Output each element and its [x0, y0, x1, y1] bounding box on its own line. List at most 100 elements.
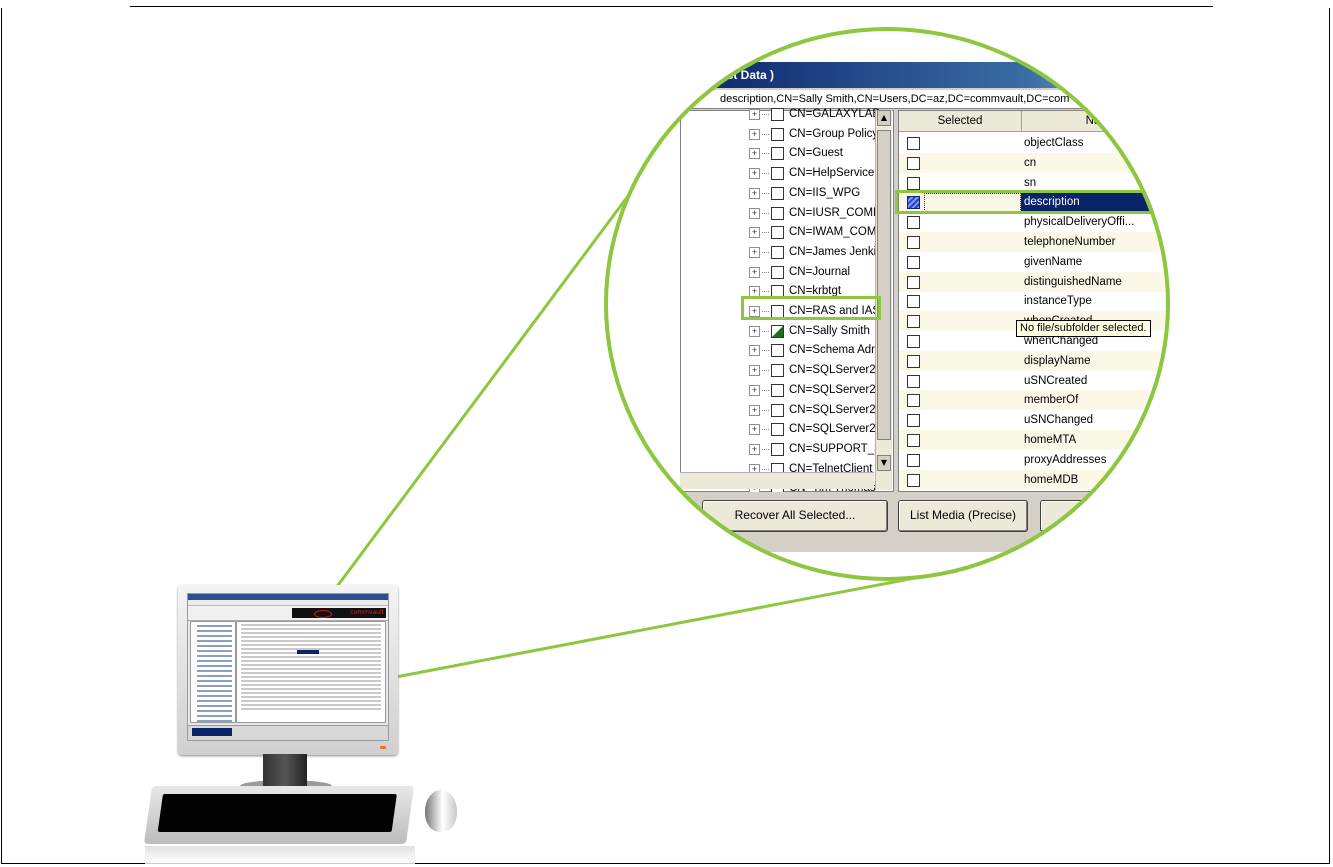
list-row[interactable]: uSNCreated: [899, 371, 1170, 391]
tree-item[interactable]: + CN=SQLServer2: [749, 381, 876, 400]
tree-checkbox[interactable]: [771, 167, 784, 181]
tree-checkbox[interactable]: [771, 226, 784, 240]
expand-icon[interactable]: +: [749, 345, 760, 357]
tree-checkbox[interactable]: [771, 108, 784, 121]
list-row[interactable]: cn: [899, 152, 1170, 173]
tree-scroll-thumb[interactable]: [877, 130, 891, 440]
tree-item[interactable]: + CN=IWAM_COM: [749, 223, 876, 242]
tree-item[interactable]: + CN=HelpService: [749, 164, 874, 183]
list-row[interactable]: uSNChanged: [899, 410, 1170, 430]
expand-icon[interactable]: +: [749, 246, 760, 258]
row-checkbox[interactable]: [907, 137, 920, 150]
tree-item[interactable]: + CN=James Jenki: [749, 243, 876, 262]
new-button[interactable]: New (s: [1040, 500, 1142, 532]
row-checkbox[interactable]: [907, 176, 920, 190]
expand-icon[interactable]: +: [749, 227, 760, 239]
row-checkbox[interactable]: [907, 394, 920, 408]
row-checkbox[interactable]: [907, 374, 920, 388]
tree-checkbox[interactable]: [771, 245, 784, 259]
row-checkbox[interactable]: [907, 255, 920, 269]
tree-item[interactable]: + CN=Journal: [749, 263, 850, 282]
expand-icon[interactable]: +: [749, 148, 760, 160]
row-checkbox[interactable]: [907, 295, 920, 309]
list-row[interactable]: distinguishedName: [899, 271, 1170, 292]
expand-icon[interactable]: +: [749, 384, 760, 396]
expand-icon[interactable]: +: [749, 424, 760, 436]
row-checkbox[interactable]: [907, 335, 920, 348]
scroll-down-icon[interactable]: ▼: [877, 455, 891, 471]
row-checkbox[interactable]: [907, 354, 920, 368]
row-checkbox[interactable]: [907, 414, 920, 428]
tree-connector: [762, 114, 769, 115]
scroll-up-icon[interactable]: ▲: [877, 110, 891, 126]
column-header-name[interactable]: Name: [1022, 111, 1170, 131]
tree-checkbox[interactable]: [771, 127, 784, 141]
list-row[interactable]: telephoneNumber: [899, 232, 1170, 252]
row-checkbox[interactable]: [907, 216, 920, 230]
row-checkbox[interactable]: [907, 275, 920, 289]
tree-item[interactable]: + CN=SQLServer2: [749, 361, 876, 380]
attribute-name: physicalDeliveryOffi...: [1024, 216, 1135, 229]
tree-connector: [762, 251, 769, 253]
tree-checkbox[interactable]: [771, 442, 784, 456]
expand-icon[interactable]: +: [749, 365, 760, 377]
tree-connector: [762, 468, 769, 470]
tree-item[interactable]: + CN=Guest: [749, 144, 843, 163]
list-media-precise-button[interactable]: List Media (Precise): [898, 500, 1028, 532]
tree-checkbox[interactable]: [771, 403, 784, 417]
list-row[interactable]: physicalDeliveryOffi...: [899, 212, 1170, 232]
expand-icon[interactable]: +: [749, 128, 760, 140]
tree-item[interactable]: + CN=IIS_WPG: [749, 184, 860, 203]
expand-icon[interactable]: +: [749, 266, 760, 278]
tree-checkbox[interactable]: [771, 324, 784, 338]
tree-item[interactable]: + CN=IUSR_COMM: [749, 204, 883, 223]
row-checkbox[interactable]: [907, 453, 920, 467]
list-row[interactable]: homeMDB: [899, 469, 1170, 490]
expand-icon[interactable]: +: [749, 168, 760, 180]
tree-checkbox[interactable]: [771, 186, 784, 200]
row-checkbox[interactable]: [907, 434, 920, 447]
tree-item-label: CN=James Jenki: [789, 245, 877, 258]
list-row[interactable]: instanceType: [899, 291, 1170, 311]
tree-checkbox[interactable]: [771, 147, 784, 161]
tree-item[interactable]: + CN=SUPPORT_3: [749, 440, 881, 459]
tree-connector: [762, 192, 769, 194]
tree-item[interactable]: + CN=Schema Adr: [749, 341, 875, 360]
row-checkbox[interactable]: [907, 156, 920, 170]
tree-item[interactable]: + CN=Group Policy: [749, 125, 878, 144]
expand-icon[interactable]: +: [749, 109, 760, 120]
keyboard: [143, 786, 415, 844]
list-row[interactable]: displayName: [899, 350, 1170, 371]
tree-checkbox[interactable]: [771, 206, 784, 220]
expand-icon[interactable]: +: [749, 187, 760, 199]
list-row[interactable]: memberOf: [899, 390, 1170, 411]
list-row[interactable]: objectClass: [899, 133, 1170, 153]
row-checkbox[interactable]: [907, 236, 920, 249]
tree-horizontal-scrollbar[interactable]: [680, 472, 874, 489]
tree-item[interactable]: + CN=Sally Smith: [749, 322, 870, 341]
recover-all-selected-button[interactable]: Recover All Selected...: [702, 500, 888, 532]
expand-icon[interactable]: +: [749, 443, 760, 455]
highlight-description-row: [895, 190, 1170, 214]
list-row[interactable]: proxyAddresses: [899, 450, 1170, 470]
tree-checkbox[interactable]: [771, 364, 784, 378]
attribute-list[interactable]: Selected Name objectClass cn sn description…: [898, 110, 1170, 492]
column-header-selected[interactable]: Selected: [899, 111, 1022, 131]
expand-icon[interactable]: +: [749, 207, 760, 219]
list-row[interactable]: givenName: [899, 252, 1170, 272]
tree-item-label: CN=Journal: [789, 265, 851, 278]
tree-item[interactable]: + CN=GALAXYLAB: [749, 105, 880, 124]
tree-checkbox[interactable]: [771, 383, 784, 397]
tree-item[interactable]: + CN=SQLServer2: [749, 401, 876, 420]
tree-item-label: CN=GALAXYLAB: [789, 108, 881, 120]
tree-connector: [762, 389, 769, 391]
tree-checkbox[interactable]: [771, 265, 784, 279]
row-checkbox[interactable]: [907, 315, 920, 329]
expand-icon[interactable]: +: [749, 325, 760, 337]
tree-checkbox[interactable]: [771, 423, 784, 437]
row-checkbox[interactable]: [907, 473, 920, 487]
expand-icon[interactable]: +: [749, 404, 760, 416]
list-row[interactable]: homeMTA: [899, 430, 1170, 450]
tree-checkbox[interactable]: [771, 344, 784, 358]
tree-item[interactable]: + CN=SQLServer2: [749, 420, 876, 439]
